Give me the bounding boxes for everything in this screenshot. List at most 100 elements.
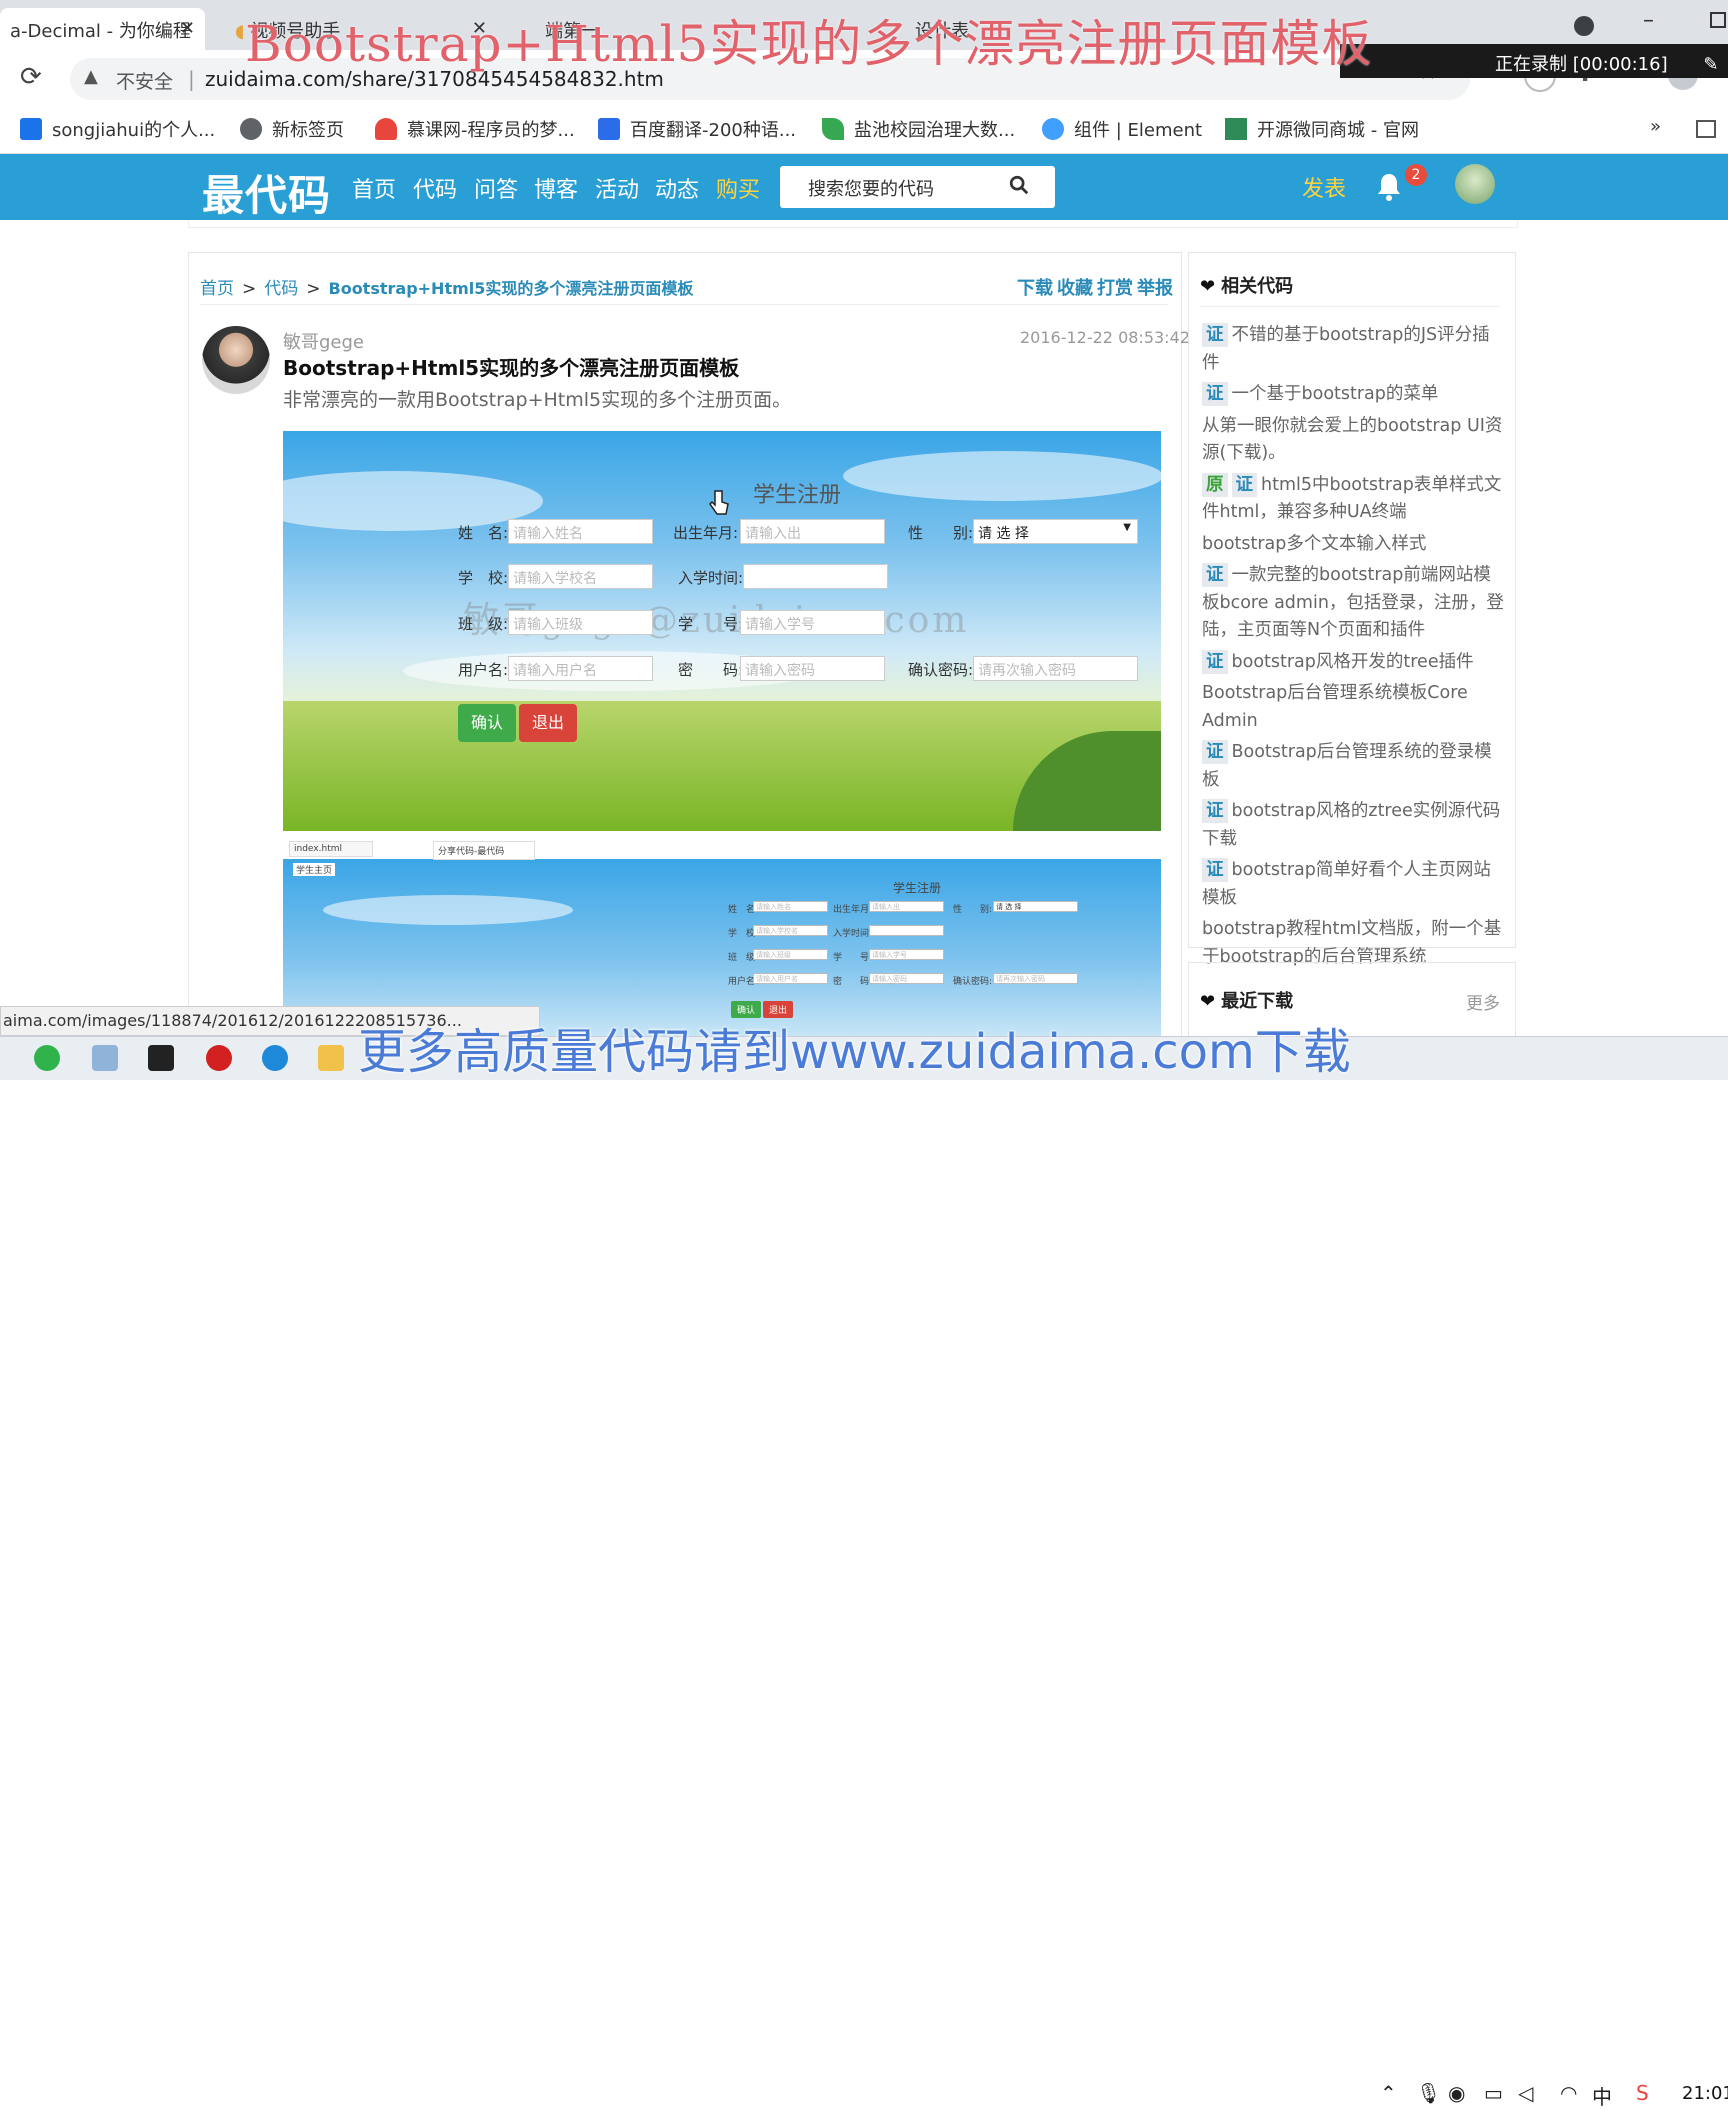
related-item[interactable]: 从第一眼你就会爱上的bootstrap UI资源(下载)。 [1202,413,1504,468]
nav-code[interactable]: 代码 [413,172,457,204]
download-link[interactable]: 下载 [1017,278,1053,299]
tip-link[interactable]: 打赏 [1097,278,1133,299]
file-app-icon[interactable] [92,1045,118,1071]
nav-feed[interactable]: 动态 [655,172,699,204]
bookmark-item[interactable]: songjiahui的个人... [20,116,215,142]
reading-list-icon[interactable] [1696,120,1716,138]
reload-icon[interactable]: ⟳ [20,62,42,92]
bookmarks-more-button[interactable]: » [1650,116,1661,137]
terminal-icon[interactable] [148,1045,174,1071]
input-username[interactable]: 请输入用户名 [508,656,653,681]
label-school: 学 校: [458,569,509,587]
related-item-text[interactable]: 从第一眼你就会爱上的bootstrap UI资源(下载)。 [1202,416,1502,464]
mini-label: 性 别: [953,905,993,915]
related-item-text[interactable]: bootstrap教程html文档版，附一个基于bootstrap的后台管理系统 [1202,919,1501,967]
related-item[interactable]: 证 bootstrap风格开发的tree插件 [1202,649,1504,677]
confirm-button[interactable]: 确认 [458,704,516,742]
tray-chevron-up-icon[interactable]: ⌃ [1380,2081,1397,2105]
input-password[interactable]: 请输入密码 [740,656,885,681]
breadcrumb-current[interactable]: Bootstrap+Html5实现的多个漂亮注册页面模板 [329,279,694,298]
search-icon[interactable] [1008,174,1030,196]
record-icon[interactable] [206,1045,232,1071]
divider [200,304,1168,305]
related-item-text[interactable]: 一款完整的bootstrap前端网站模板bcore admin，包括登录，注册，… [1202,565,1504,640]
ime-indicator[interactable]: 中 [1592,2081,1612,2110]
publish-link[interactable]: 发表 [1302,171,1346,203]
browser-tab-active[interactable]: a-Decimal - 为你编程 ✕ [0,8,205,50]
microphone-icon[interactable]: 🎙 [1416,2081,1441,2105]
taskbar-clock[interactable]: 21:01 [1682,2083,1728,2104]
breadcrumb-home[interactable]: 首页 [200,279,234,299]
related-item[interactable]: 证一个基于bootstrap的菜单 [1202,381,1504,409]
input-confirm[interactable]: 请再次输入密码 [973,656,1138,681]
related-item[interactable]: 证 bootstrap风格的ztree实例源代码下载 [1202,798,1504,853]
pencil-icon[interactable]: ✎ [1703,54,1718,75]
favorite-link[interactable]: 收藏 [1057,278,1093,299]
related-item[interactable]: bootstrap多个文本输入样式 [1202,531,1504,559]
edge-browser-icon[interactable] [262,1045,288,1071]
related-item-text[interactable]: bootstrap风格开发的tree插件 [1232,652,1474,672]
input-enroll[interactable] [743,564,888,589]
label-name: 姓 名: [458,524,509,542]
bookmark-item[interactable]: 新标签页 [240,116,344,142]
bookmark-item[interactable]: 开源微同商城 - 官网 [1225,116,1419,142]
breadcrumb-code[interactable]: 代码 [264,279,298,299]
minimize-window-icon[interactable]: – [1643,8,1654,33]
file-explorer-icon[interactable] [318,1045,344,1071]
bookmark-item[interactable]: 组件 | Element [1042,116,1202,142]
tab-close-icon[interactable]: ✕ [180,18,195,39]
insecure-label[interactable]: 不安全 [116,67,173,94]
related-item[interactable]: 证 Bootstrap后台管理系统的登录模板 [1202,739,1504,794]
related-item[interactable]: 证不错的基于bootstrap的JS评分插件 [1202,322,1504,377]
input-birth[interactable]: 请输入出 [740,519,885,544]
tab-search-icon[interactable] [1574,16,1594,36]
battery-icon[interactable]: ▭ [1484,2081,1503,2105]
related-item-text[interactable]: Bootstrap后台管理系统的登录模板 [1202,742,1492,790]
input-stuno[interactable]: 请输入学号 [740,610,885,635]
wechat-icon[interactable] [34,1045,60,1071]
volume-icon[interactable]: ◁ [1518,2081,1533,2105]
related-item[interactable]: 证一款完整的bootstrap前端网站模板bcore admin，包括登录，注册… [1202,562,1504,645]
related-item-text[interactable]: bootstrap风格的ztree实例源代码下载 [1202,801,1500,849]
input-name[interactable]: 请输入姓名 [508,519,653,544]
related-item-text[interactable]: 一个基于bootstrap的菜单 [1232,384,1439,404]
mini-input: 请输入班级 [753,949,828,960]
preview-image[interactable]: 学生注册 敏哥gege@zuidaima.com 姓 名: 请输入姓名 出生年月… [283,431,1161,831]
warning-icon[interactable]: ▲ [84,66,98,87]
related-item[interactable]: Bootstrap后台管理系统模板Core Admin [1202,680,1504,735]
search-input[interactable]: 搜索您要的代码 [808,175,934,201]
mini-input: 请输入姓名 [753,901,828,912]
qq-icon[interactable]: ◉ [1448,2081,1465,2105]
related-item[interactable]: 证 bootstrap简单好看个人主页网站模板 [1202,857,1504,912]
related-item-text[interactable]: 不错的基于bootstrap的JS评分插件 [1202,325,1490,373]
input-class[interactable]: 请输入班级 [508,610,653,635]
author-avatar[interactable] [202,326,270,394]
bell-icon[interactable] [1375,172,1403,202]
input-school[interactable]: 请输入学校名 [508,564,653,589]
related-item[interactable]: 原证 html5中bootstrap表单样式文件html，兼容多种UA终端 [1202,472,1504,527]
nav-qa[interactable]: 问答 [474,172,518,204]
related-item-text[interactable]: Bootstrap后台管理系统模板Core Admin [1202,683,1468,731]
related-item-text[interactable]: bootstrap简单好看个人主页网站模板 [1202,860,1491,908]
bookmark-item[interactable]: 百度翻译-200种语... [598,116,796,142]
maximize-window-icon[interactable] [1710,12,1726,28]
site-search-box[interactable]: 搜索您要的代码 [780,166,1055,208]
nav-home[interactable]: 首页 [352,172,396,204]
site-logo[interactable]: 最代码 [202,162,331,223]
select-gender[interactable]: 请 选 择 ▼ [973,519,1138,544]
bookmark-item[interactable]: 盐池校园治理大数... [822,116,1015,142]
nav-blog[interactable]: 博客 [534,172,578,204]
wifi-icon[interactable]: ◠ [1560,2081,1577,2105]
exit-button[interactable]: 退出 [519,704,577,742]
nav-activity[interactable]: 活动 [595,172,639,204]
sogou-ime-icon[interactable]: S [1636,2081,1649,2105]
label-gender: 性 别: [908,524,974,542]
nav-buy[interactable]: 购买 [716,172,760,204]
bookmark-item[interactable]: 慕课网-程序员的梦... [375,116,575,142]
recent-more-link[interactable]: 更多 [1466,989,1500,1014]
report-link[interactable]: 举报 [1137,278,1173,299]
user-avatar[interactable] [1455,164,1495,204]
related-item-text[interactable]: bootstrap多个文本输入样式 [1202,534,1426,554]
author-name[interactable]: 敏哥gege [283,328,364,354]
mini-tab: index.html [289,841,373,857]
